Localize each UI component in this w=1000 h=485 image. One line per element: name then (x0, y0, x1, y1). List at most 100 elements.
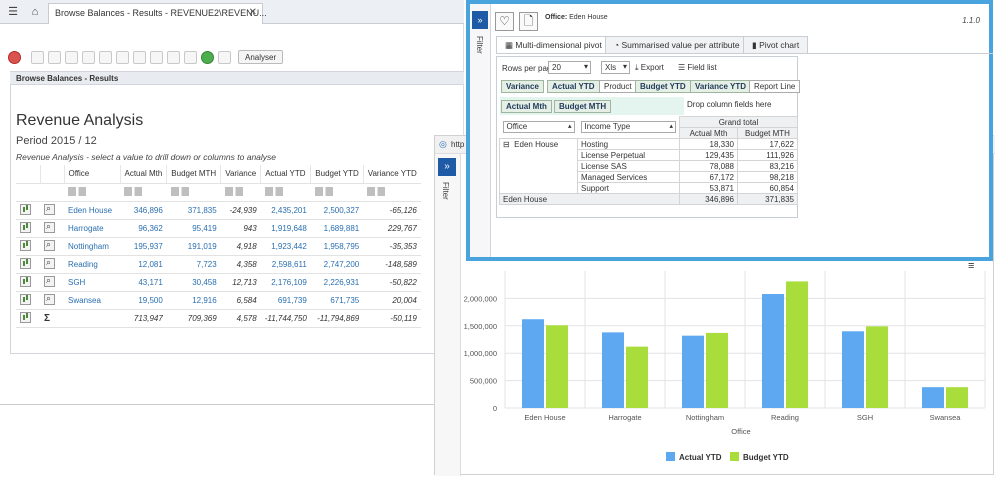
field-chip-actual-ytd[interactable]: Actual YTD (547, 80, 600, 93)
chart-icon[interactable] (20, 275, 31, 287)
rows-per-page-select[interactable]: 20 (548, 61, 591, 74)
field-list-button[interactable]: ☰ Field list (678, 63, 717, 72)
col-variance[interactable]: Variance (220, 165, 261, 184)
search-icon[interactable] (116, 50, 129, 64)
analyse-icon[interactable] (314, 186, 341, 196)
field-chip-variance[interactable]: Variance (501, 80, 544, 93)
new-document-button[interactable]: 🗋 (519, 12, 538, 31)
favourite-button[interactable]: ♡ (495, 12, 514, 31)
pivot-budget-cell[interactable]: 111,926 (737, 149, 798, 161)
cell-budget-mth[interactable]: 191,019 (166, 237, 221, 256)
col-actual-ytd[interactable]: Actual YTD (260, 165, 311, 184)
row-selector-office[interactable]: Office (502, 121, 575, 134)
sheet-icon[interactable] (167, 50, 180, 64)
sigma-icon[interactable]: Σ (44, 313, 50, 324)
cell-actual-ytd[interactable]: 2,176,109 (260, 273, 311, 292)
chart-menu-icon[interactable]: ≡ (968, 260, 974, 272)
analyse-icon[interactable] (68, 186, 94, 196)
value-chip-actual-mth[interactable]: Actual Mth (501, 100, 552, 113)
pivot-office-cell[interactable]: ⊟ Eden House (499, 138, 578, 194)
drop-column-zone[interactable]: Drop column fields here (687, 100, 771, 109)
drilldown-icon[interactable] (44, 221, 55, 233)
drilldown-icon[interactable] (44, 257, 55, 269)
pivot-budget-cell[interactable]: 83,216 (737, 160, 798, 172)
analyse-icon[interactable] (170, 186, 197, 196)
col-actual-mth[interactable]: Actual Mth (119, 165, 167, 184)
cell-office[interactable]: Reading (64, 255, 120, 274)
pivot-actual-cell[interactable]: 18,330 (679, 138, 738, 150)
tab-pivot-chart[interactable]: ▮ Pivot chart (743, 36, 809, 53)
analyse-icon[interactable] (224, 186, 251, 196)
analyse-icon[interactable] (124, 186, 150, 196)
col-budget-mth[interactable]: Budget MTH (166, 165, 221, 184)
row-selector-income-type[interactable]: Income Type (580, 121, 676, 134)
menu-icon[interactable]: ☰ (6, 5, 20, 19)
cell-actual-ytd[interactable]: 691,739 (260, 291, 311, 310)
pivot-budget-cell[interactable]: 98,218 (737, 171, 798, 183)
chart-icon[interactable] (218, 50, 231, 64)
cell-actual-mth[interactable]: 12,081 (120, 255, 167, 274)
pivot-actual-cell[interactable]: 129,435 (679, 149, 738, 161)
cell-office[interactable]: SGH (64, 273, 120, 292)
filter-icon[interactable] (133, 50, 146, 64)
cell-actual-ytd[interactable]: 1,919,648 (260, 219, 311, 238)
tab-browse-balances[interactable]: Browse Balances - Results - REVENUE2\REV… (48, 3, 267, 24)
tab-multi-dimensional-pivot[interactable]: ▦ Multi-dimensional pivot (496, 36, 611, 54)
cell-actual-mth[interactable]: 19,500 (120, 291, 167, 310)
export-button[interactable]: ⤓ Export (635, 63, 664, 73)
download-icon[interactable] (65, 50, 78, 64)
pivot-budget-cell[interactable]: 17,622 (737, 138, 798, 150)
cell-budget-ytd[interactable]: 1,958,795 (310, 237, 364, 256)
collapse-icon[interactable]: ⊟ (503, 140, 510, 149)
cell-office[interactable]: Nottingham (64, 237, 120, 256)
pivot-actual-cell[interactable]: 78,088 (679, 160, 738, 172)
chart-icon[interactable] (20, 257, 31, 269)
analyse-icon[interactable] (264, 186, 291, 196)
cell-actual-mth[interactable]: 346,896 (120, 201, 167, 220)
analyser-button[interactable]: Analyser (238, 50, 284, 64)
cell-actual-ytd[interactable]: 2,598,611 (260, 255, 311, 274)
cell-actual-ytd[interactable]: 1,923,442 (260, 237, 311, 256)
cell-office[interactable]: Eden House (64, 201, 120, 220)
upload-icon[interactable] (82, 50, 95, 64)
field-chip-variance-ytd[interactable]: Variance YTD (690, 80, 751, 93)
pivot-budget-cell[interactable]: 60,854 (737, 182, 798, 194)
pivot-actual-cell[interactable]: 53,871 (679, 182, 738, 194)
cell-budget-mth[interactable]: 371,835 (166, 201, 221, 220)
cell-budget-ytd[interactable]: 2,226,931 (310, 273, 364, 292)
chart-icon[interactable] (20, 203, 31, 215)
expand-icon[interactable]: » (472, 11, 488, 29)
col-office[interactable]: Office (63, 165, 120, 184)
col-variance-ytd[interactable]: Variance YTD (362, 165, 421, 184)
cell-budget-mth[interactable]: 95,419 (166, 219, 221, 238)
back-icon[interactable] (8, 50, 21, 64)
columns-icon[interactable] (150, 50, 163, 64)
chart-icon[interactable] (20, 239, 31, 251)
print-icon[interactable] (184, 50, 197, 64)
format-select[interactable]: Xls (601, 61, 630, 74)
refresh-icon[interactable] (201, 50, 214, 64)
cell-budget-ytd[interactable]: 2,747,200 (310, 255, 364, 274)
book-icon[interactable] (99, 50, 112, 64)
field-chip-report-line[interactable]: Report Line (749, 80, 801, 93)
cell-actual-mth[interactable]: 43,171 (120, 273, 167, 292)
field-chip-budget-ytd[interactable]: Budget YTD (635, 80, 691, 93)
chart-icon[interactable] (20, 311, 31, 323)
save-icon[interactable] (31, 50, 44, 64)
chart-icon[interactable] (20, 221, 31, 233)
close-icon[interactable]: ✕ (249, 7, 257, 18)
cell-budget-mth[interactable]: 30,458 (166, 273, 221, 292)
cell-budget-mth[interactable]: 12,916 (166, 291, 221, 310)
cell-budget-ytd[interactable]: 671,735 (310, 291, 364, 310)
edit-icon[interactable] (48, 50, 61, 64)
chart-icon[interactable] (20, 293, 31, 305)
drilldown-icon[interactable] (44, 293, 55, 305)
field-chip-product[interactable]: Product (599, 80, 637, 93)
drilldown-icon[interactable] (44, 239, 55, 251)
cell-actual-mth[interactable]: 195,937 (120, 237, 167, 256)
home-icon[interactable]: ⌂ (28, 5, 42, 19)
col-budget-ytd[interactable]: Budget YTD (310, 165, 364, 184)
cell-actual-ytd[interactable]: 2,435,201 (260, 201, 311, 220)
analyse-icon[interactable] (367, 186, 394, 196)
value-chip-budget-mth[interactable]: Budget MTH (554, 100, 612, 113)
